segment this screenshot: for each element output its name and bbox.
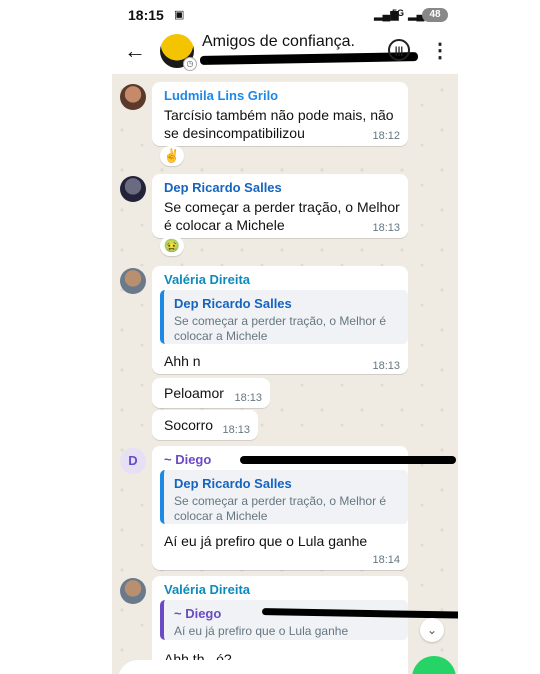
quote-sender: Dep Ricardo Salles bbox=[174, 296, 292, 311]
scroll-down-chevron-icon[interactable]: ⌄ bbox=[420, 618, 444, 642]
quote-sender: Dep Ricardo Salles bbox=[174, 476, 292, 491]
message-text: Aí eu já prefiro que o Lula ganhe bbox=[164, 533, 368, 549]
avatar-ludmila[interactable] bbox=[120, 84, 146, 110]
reaction-nauseated-icon[interactable]: 🤢 bbox=[160, 236, 184, 256]
avatar-valeria[interactable] bbox=[120, 578, 146, 604]
network-badge: 5G bbox=[392, 8, 405, 18]
avatar-salles[interactable] bbox=[120, 176, 146, 202]
message-time: 18:13 bbox=[372, 360, 400, 372]
message-time: 18:13 bbox=[372, 222, 400, 234]
group-avatar[interactable]: ◷ bbox=[160, 34, 197, 71]
screenshot-icon: ▣ bbox=[174, 9, 185, 21]
message-bubble[interactable]: Socorro 18:13 bbox=[152, 410, 258, 440]
quote-sender: ~ Diego bbox=[174, 606, 222, 621]
chat-screen: 18:15 ▣ ▂▄▆ 5G ▂▄▆ 48 ← ◷ Amigos de conf… bbox=[112, 0, 458, 674]
more-options-icon[interactable]: ⋮ bbox=[430, 38, 450, 63]
battery-indicator: 48 bbox=[422, 8, 448, 22]
sender-name[interactable]: Valéria Direita bbox=[164, 272, 250, 287]
mic-button[interactable] bbox=[412, 656, 456, 674]
message-time: 18:13 bbox=[234, 392, 262, 404]
message-text: Ahh n bbox=[164, 353, 201, 369]
back-arrow-icon[interactable]: ← bbox=[124, 38, 146, 64]
avatar-valeria[interactable] bbox=[120, 268, 146, 294]
redaction-scribble bbox=[240, 456, 456, 464]
message-bubble[interactable]: ~ Diego Dep Ricardo Salles Se começar a … bbox=[152, 446, 456, 570]
message-text: Se começar a perder tração, o Melhor é c… bbox=[164, 199, 400, 233]
quote-text: Se começar a perder tração, o Melhor é c… bbox=[174, 494, 387, 523]
message-bubble[interactable]: Valéria Direita Dep Ricardo Salles Se co… bbox=[152, 266, 408, 374]
quote-text: Se começar a perder tração, o Melhor é c… bbox=[174, 314, 387, 343]
chat-header: ← ◷ Amigos de confiança. ||| ⋮ bbox=[112, 30, 458, 74]
quoted-message[interactable]: ~ Diego Aí eu já prefiro que o Lula ganh… bbox=[160, 600, 408, 640]
sender-name[interactable]: Valéria Direita bbox=[164, 582, 250, 597]
quoted-message[interactable]: Dep Ricardo Salles Se começar a perder t… bbox=[160, 290, 408, 344]
message-bubble[interactable]: Peloamor 18:13 bbox=[152, 378, 270, 408]
message-bubble[interactable]: Dep Ricardo Salles Se começar a perder t… bbox=[152, 174, 408, 238]
message-time: 18:12 bbox=[372, 130, 400, 142]
sender-name[interactable]: ~ Diego bbox=[164, 452, 211, 467]
redaction-scribble bbox=[199, 52, 419, 65]
voice-call-icon[interactable]: ||| bbox=[388, 39, 410, 61]
message-text: Peloamor bbox=[164, 385, 224, 401]
message-input[interactable] bbox=[118, 660, 404, 674]
status-bar: 18:15 ▣ ▂▄▆ 5G ▂▄▆ 48 bbox=[112, 0, 458, 30]
sender-name[interactable]: Ludmila Lins Grilo bbox=[164, 88, 278, 103]
message-text: Socorro bbox=[164, 417, 214, 433]
status-time: 18:15 bbox=[128, 7, 164, 23]
status-ring-icon: ◷ bbox=[183, 57, 197, 71]
sender-name[interactable]: Dep Ricardo Salles bbox=[164, 180, 282, 195]
quote-text: Aí eu já prefiro que o Lula ganhe bbox=[174, 624, 349, 638]
quoted-message[interactable]: Dep Ricardo Salles Se começar a perder t… bbox=[160, 470, 408, 524]
message-bubble[interactable]: Ludmila Lins Grilo Tarcísio também não p… bbox=[152, 82, 408, 146]
message-time: 18:14 bbox=[372, 554, 400, 566]
message-time: 18:13 bbox=[222, 424, 250, 436]
message-text: Tarcísio também não pode mais, não se de… bbox=[164, 107, 394, 141]
avatar-diego[interactable]: D bbox=[120, 448, 146, 474]
group-title[interactable]: Amigos de confiança. bbox=[202, 33, 355, 51]
reaction-victory-icon[interactable]: ✌ bbox=[160, 146, 184, 166]
